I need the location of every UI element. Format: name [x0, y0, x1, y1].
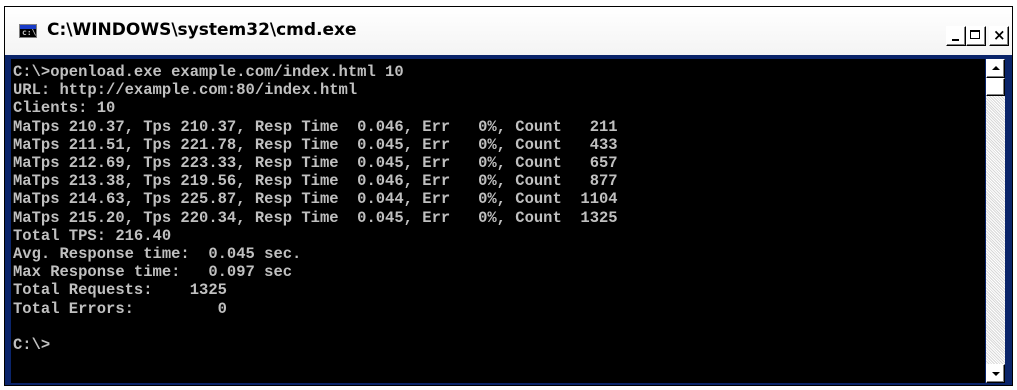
scroll-down-arrow-icon: [992, 372, 1000, 376]
scroll-up-button[interactable]: [986, 59, 1005, 78]
console-line: MaTps 212.69, Tps 223.33, Resp Time 0.04…: [13, 154, 618, 173]
scroll-up-arrow-icon: [992, 66, 1000, 70]
console-icon[interactable]: c:\: [19, 24, 37, 38]
console-line: Clients: 10: [13, 99, 116, 118]
maximize-button[interactable]: [966, 26, 986, 46]
console-line: MaTps 215.20, Tps 220.34, Resp Time 0.04…: [13, 208, 618, 227]
console-line: Total TPS: 216.40: [13, 226, 172, 245]
vertical-scrollbar[interactable]: [986, 59, 1005, 383]
console-line: MaTps 213.38, Tps 219.56, Resp Time 0.04…: [13, 172, 618, 191]
title-bar[interactable]: c:\ C:\WINDOWS\system32\cmd.exe ×: [5, 7, 1012, 55]
cmd-window: c:\ C:\WINDOWS\system32\cmd.exe × C:\>op…: [4, 6, 1013, 386]
minimize-button[interactable]: [946, 26, 966, 46]
console-line: URL: http://example.com:80/index.html: [13, 81, 358, 100]
console-line: C:\>: [13, 336, 51, 355]
console-icon-glyph: c:\: [22, 28, 37, 37]
console-output-area[interactable]: C:\>openload.exe example.com/index.html …: [11, 59, 985, 383]
window-title: C:\WINDOWS\system32\cmd.exe: [47, 20, 357, 40]
console-line: Avg. Response time: 0.045 sec.: [13, 245, 302, 264]
scroll-down-button[interactable]: [986, 364, 1005, 383]
console-line: Max Response time: 0.097 sec: [13, 263, 293, 282]
close-icon: ×: [993, 26, 1006, 44]
console-line: MaTps 210.37, Tps 210.37, Resp Time 0.04…: [13, 117, 618, 136]
console-line: MaTps 211.51, Tps 221.78, Resp Time 0.04…: [13, 135, 618, 154]
console-line: C:\>openload.exe example.com/index.html …: [13, 63, 404, 81]
console-line: Total Errors: 0: [13, 299, 227, 318]
scroll-thumb[interactable]: [986, 78, 1005, 96]
console-line: MaTps 214.63, Tps 225.87, Resp Time 0.04…: [13, 190, 618, 209]
console-line: Total Requests: 1325: [13, 281, 227, 300]
close-button[interactable]: ×: [989, 26, 1009, 46]
console-text[interactable]: C:\>openload.exe example.com/index.html …: [11, 59, 985, 354]
